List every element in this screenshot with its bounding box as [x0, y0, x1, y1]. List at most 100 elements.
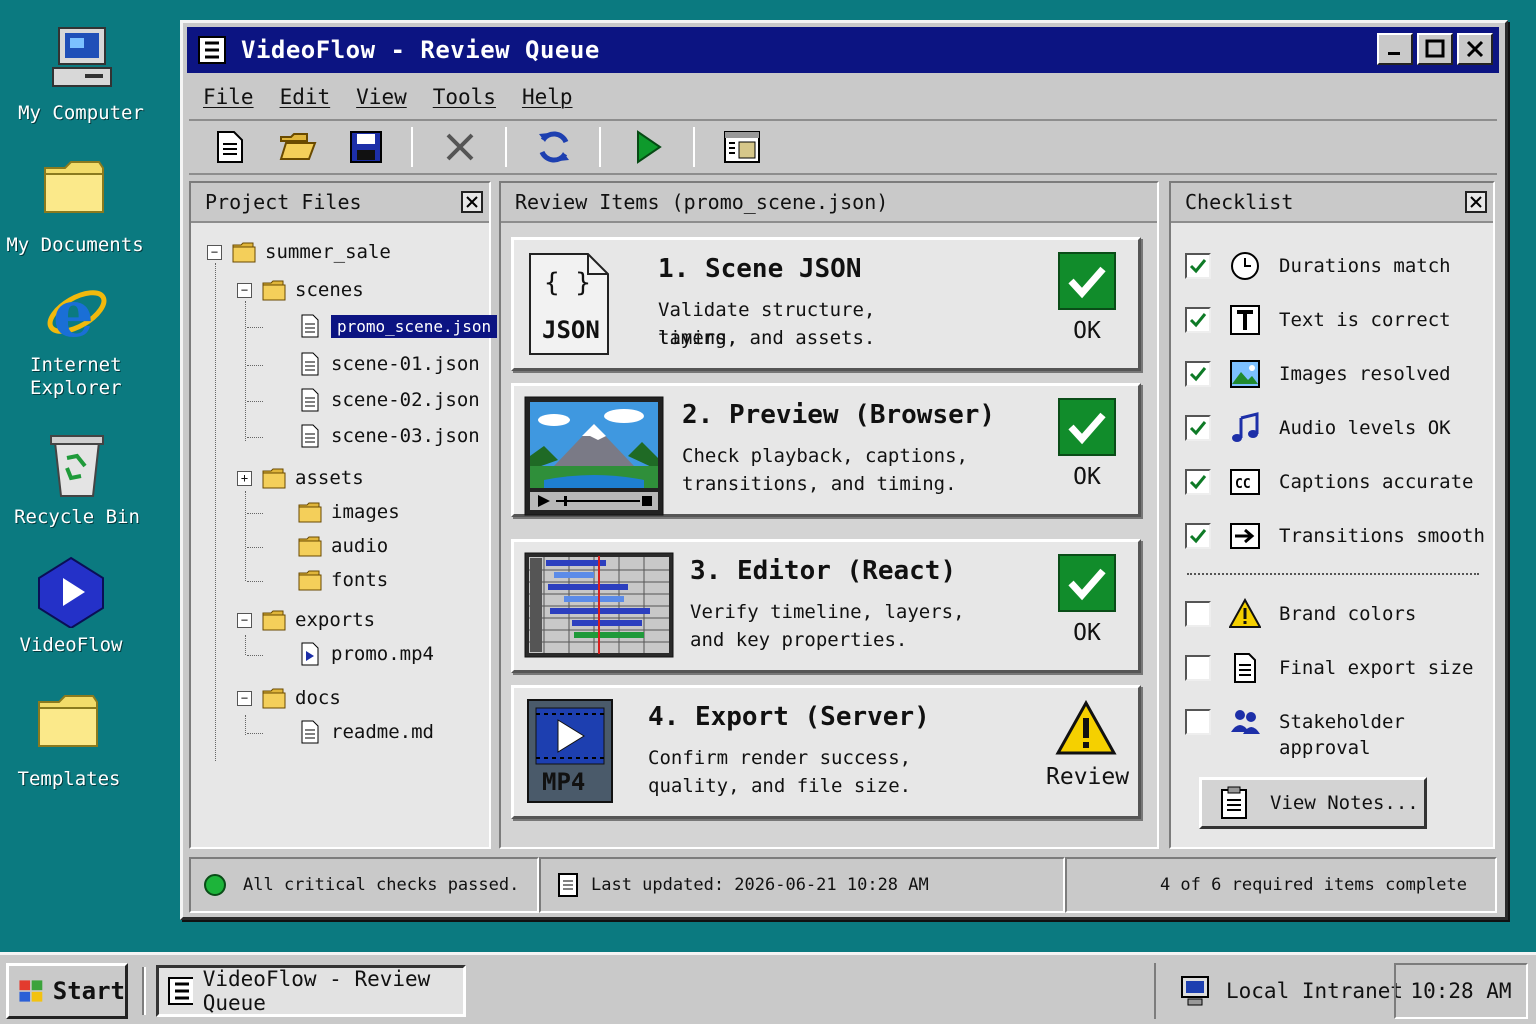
check-icon: [1058, 252, 1116, 310]
tree-label: scenes: [295, 279, 364, 301]
file-icon: [301, 720, 319, 744]
status-ok: OK: [1052, 252, 1122, 344]
checkmark-icon: [1189, 367, 1207, 382]
checkmark-icon: [1189, 259, 1207, 274]
desktop-icon-my-documents[interactable]: My Documents: [0, 156, 150, 257]
collapse-toggle[interactable]: −: [237, 613, 252, 628]
checkbox-unchecked[interactable]: [1185, 709, 1211, 735]
collapse-toggle[interactable]: −: [237, 283, 252, 298]
checkbox-checked[interactable]: [1185, 307, 1211, 333]
close-icon: [466, 196, 478, 208]
checkbox-checked[interactable]: [1185, 469, 1211, 495]
tree-file[interactable]: scene-02.json: [297, 385, 480, 415]
checkbox-checked[interactable]: [1185, 253, 1211, 279]
review-item-title: 1. Scene JSON: [658, 254, 862, 284]
taskbar-clock[interactable]: 10:28 AM: [1394, 963, 1528, 1019]
collapse-toggle[interactable]: −: [237, 691, 252, 706]
delete-button[interactable]: [437, 124, 483, 170]
app-icon: [198, 36, 226, 64]
checklist-pane: Checklist Durations match Text is correc…: [1169, 181, 1495, 849]
tree-label: docs: [295, 687, 341, 709]
tree-label: promo_scene.json: [331, 314, 498, 338]
folder-icon: [232, 242, 256, 263]
tree-folder[interactable]: assets: [261, 463, 364, 493]
checklist-item: CC Captions accurate: [1185, 469, 1473, 498]
close-pane-button[interactable]: [461, 191, 483, 213]
tree-folder[interactable]: exports: [261, 605, 375, 635]
tree-video-file[interactable]: promo.mp4: [297, 639, 434, 669]
new-file-button[interactable]: [207, 124, 253, 170]
collapse-toggle[interactable]: −: [207, 245, 222, 260]
desktop-icon-videoflow[interactable]: VideoFlow: [0, 556, 146, 657]
review-card-export-server[interactable]: MP4 4. Export (Server) Confirm render su…: [511, 685, 1141, 819]
window-title: VideoFlow - Review Queue: [241, 36, 600, 64]
view-notes-button[interactable]: View Notes...: [1199, 777, 1427, 829]
tree-folder[interactable]: docs: [261, 683, 341, 713]
close-pane-button[interactable]: [1465, 191, 1487, 213]
minimize-button[interactable]: [1377, 33, 1413, 65]
menu-view[interactable]: View: [356, 85, 407, 109]
review-item-title: 2. Preview (Browser): [682, 400, 996, 430]
videoflow-icon: [38, 556, 104, 628]
tree-file-selected[interactable]: promo_scene.json: [297, 311, 498, 341]
desktop-icon-my-computer[interactable]: My Computer: [6, 24, 156, 125]
tree-folder[interactable]: scenes: [261, 275, 364, 305]
file-icon: [301, 314, 319, 338]
status-ok: OK: [1052, 554, 1122, 646]
tree-file[interactable]: scene-01.json: [297, 349, 480, 379]
play-button[interactable]: [625, 124, 671, 170]
checklist-label: Text is correct: [1279, 309, 1451, 331]
close-icon: [1470, 196, 1482, 208]
checkbox-checked[interactable]: [1185, 415, 1211, 441]
open-folder-button[interactable]: [275, 124, 321, 170]
expand-toggle[interactable]: +: [237, 471, 252, 486]
taskbar-item-label: VideoFlow - Review Queue: [202, 967, 431, 1015]
file-icon: [301, 388, 319, 412]
internet-explorer-icon: e: [47, 277, 107, 348]
desktop-icon-templates[interactable]: Templates: [0, 690, 144, 791]
start-button[interactable]: Start: [6, 963, 128, 1019]
maximize-button[interactable]: [1417, 33, 1453, 65]
refresh-button[interactable]: [531, 124, 577, 170]
checkbox-unchecked[interactable]: [1185, 601, 1211, 627]
review-card-preview-browser[interactable]: 2. Preview (Browser) Check playback, cap…: [511, 383, 1141, 517]
text-icon: [1230, 305, 1260, 335]
tree-file[interactable]: readme.md: [297, 717, 434, 747]
close-button[interactable]: [1457, 33, 1493, 65]
pane-header: Project Files: [191, 183, 489, 223]
menu-tools[interactable]: Tools: [433, 85, 496, 109]
panel-layout-button[interactable]: [719, 124, 765, 170]
checklist-label: Stakeholder approval: [1279, 711, 1405, 759]
status-bar: All critical checks passed. Last updated…: [189, 857, 1497, 913]
title-bar[interactable]: VideoFlow - Review Queue: [187, 27, 1499, 73]
toolbar-separator: [599, 127, 601, 167]
desktop-icon-recycle-bin[interactable]: Recycle Bin: [2, 428, 152, 529]
tree-label: scene-02.json: [331, 389, 480, 411]
review-card-editor-react[interactable]: 3. Editor (React) Verify timeline, layer…: [511, 539, 1141, 673]
checkbox-checked[interactable]: [1185, 523, 1211, 549]
menu-edit[interactable]: Edit: [280, 85, 331, 109]
json-thumb-label: JSON: [542, 316, 600, 344]
menu-file[interactable]: File: [203, 85, 254, 109]
tree-folder[interactable]: audio: [297, 531, 388, 561]
review-card-scene-json[interactable]: { } JSON 1. Scene JSON Validate structur…: [511, 237, 1141, 371]
document-icon: [1234, 653, 1256, 683]
tree-folder[interactable]: images: [297, 497, 400, 527]
desktop-icon-internet-explorer[interactable]: e Internet Explorer: [0, 276, 150, 400]
tree-folder[interactable]: summer_sale: [231, 237, 391, 267]
pane-title: Project Files: [205, 190, 362, 214]
taskbar-item-videoflow[interactable]: VideoFlow - Review Queue: [156, 965, 466, 1017]
desktop-icon-label: My Computer: [18, 102, 144, 124]
save-button[interactable]: [343, 124, 389, 170]
checkbox-checked[interactable]: [1185, 361, 1211, 387]
review-item-desc-line2: quality, and file size.: [648, 775, 912, 797]
checkbox-unchecked[interactable]: [1185, 655, 1211, 681]
check-icon: [1058, 554, 1116, 612]
menu-help[interactable]: Help: [522, 85, 573, 109]
tree-file[interactable]: scene-03.json: [297, 421, 480, 451]
app-icon: [168, 977, 193, 1005]
tree-folder[interactable]: fonts: [297, 565, 388, 595]
check-icon: [1058, 398, 1116, 456]
review-item-desc-line2: transitions, and timing.: [682, 473, 957, 495]
folder-icon: [298, 570, 322, 591]
